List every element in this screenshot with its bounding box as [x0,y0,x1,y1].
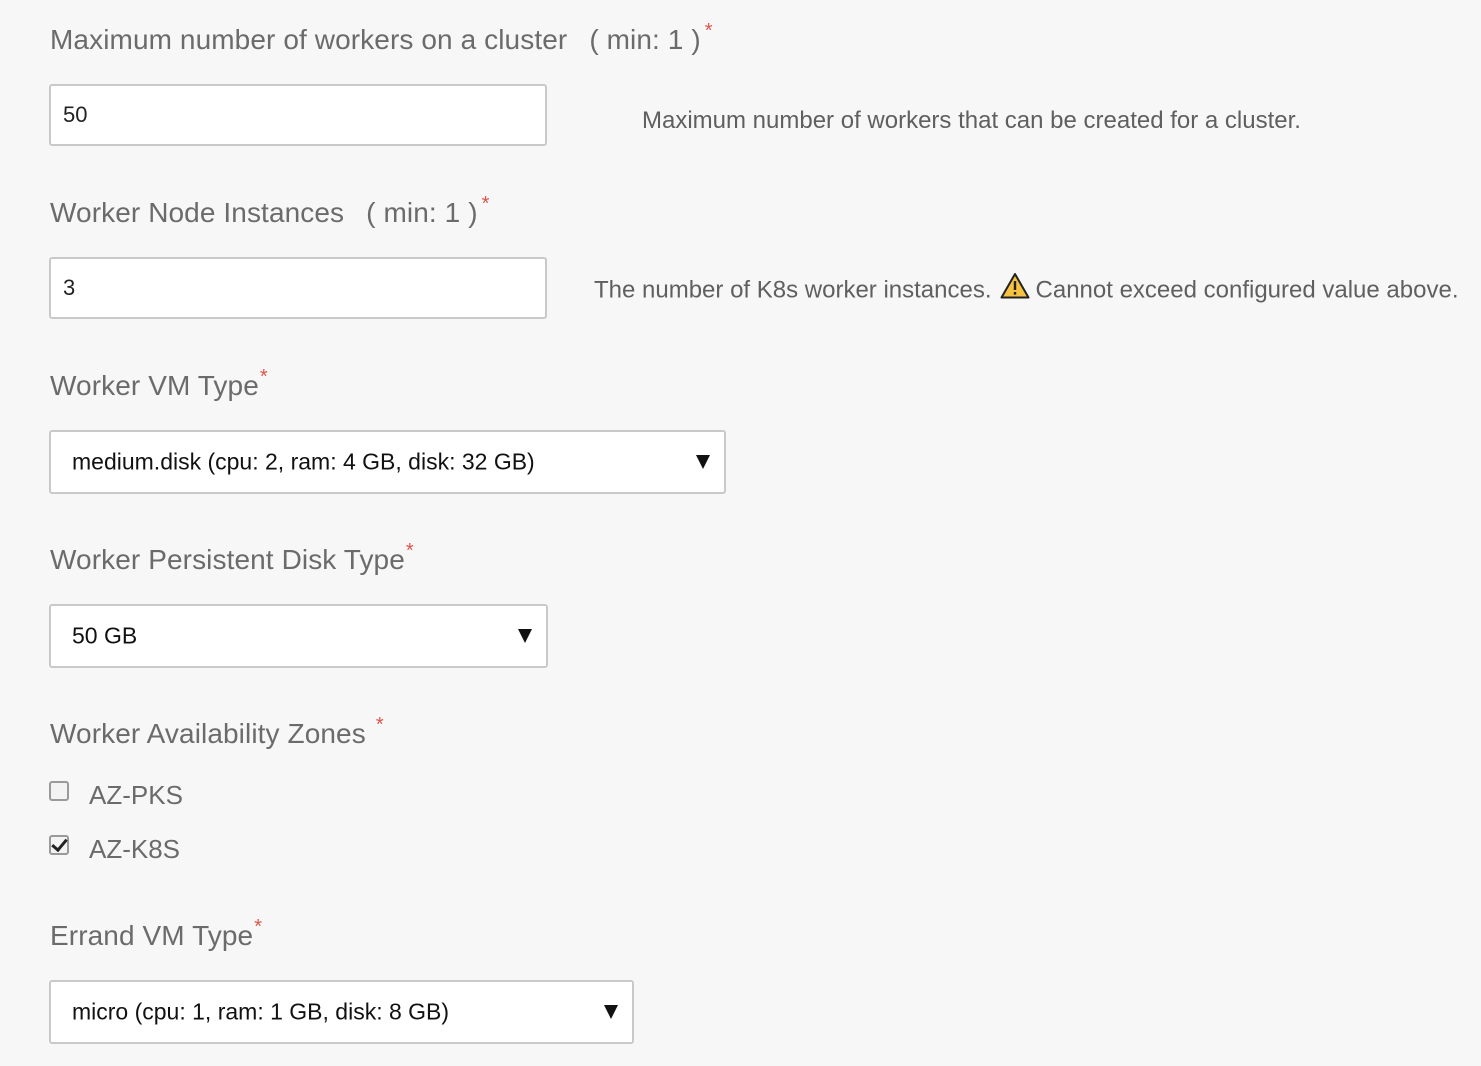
errand-vm-type-select[interactable]: micro (cpu: 1, ram: 1 GB, disk: 8 GB) [49,980,634,1044]
required-asterisk: * [259,366,268,388]
required-asterisk: * [405,540,414,562]
worker-instances-label: Worker Node Instances ( min: 1 ) * [50,193,490,229]
az-pks-label: AZ-PKS [89,779,183,810]
worker-instances-hint: The number of K8s worker instances. Canno… [594,272,1459,308]
worker-instances-input[interactable] [49,257,547,319]
worker-disk-type-label: Worker Persistent Disk Type* [50,540,414,576]
worker-vm-type-value: medium.disk (cpu: 2, ram: 4 GB, disk: 32… [72,448,535,475]
required-asterisk: * [375,714,384,736]
warning-icon [1000,272,1030,306]
worker-disk-type-select[interactable]: 50 GB [49,604,548,668]
az-k8s-label: AZ-K8S [89,833,181,864]
max-workers-input[interactable] [49,84,547,146]
worker-disk-type-value: 50 GB [72,622,138,649]
max-workers-hint: Maximum number of workers that can be cr… [642,107,1301,134]
errand-vm-type-label-text: Errand VM Type [50,920,254,951]
az-k8s-checkbox[interactable] [49,835,69,855]
required-asterisk: * [254,916,263,938]
caret-down-icon [518,629,532,643]
worker-vm-type-label-text: Worker VM Type [50,370,259,401]
required-asterisk: * [481,193,490,215]
errand-vm-type-label: Errand VM Type* [50,916,262,952]
worker-instances-constraint: ( min: 1 ) [366,197,478,228]
max-workers-constraint: ( min: 1 ) [589,24,701,55]
max-workers-label: Maximum number of workers on a cluster ( … [50,20,713,56]
caret-down-icon [604,1005,618,1019]
worker-instances-hint-text: The number of K8s worker instances. [594,276,992,304]
az-option-az-pks[interactable]: AZ-PKS [49,776,183,810]
worker-vm-type-select[interactable]: medium.disk (cpu: 2, ram: 4 GB, disk: 32… [49,430,726,494]
worker-vm-type-label: Worker VM Type* [50,366,268,402]
caret-down-icon [696,455,710,469]
max-workers-label-text: Maximum number of workers on a cluster [50,24,568,55]
az-option-az-k8s[interactable]: AZ-K8S [49,830,180,864]
worker-azs-label-text: Worker Availability Zones [50,718,366,749]
worker-instances-warning-text: Cannot exceed configured value above. [1035,276,1459,304]
worker-azs-label: Worker Availability Zones * [50,714,384,750]
worker-disk-type-label-text: Worker Persistent Disk Type [50,544,405,575]
worker-instances-label-text: Worker Node Instances [50,197,345,228]
errand-vm-type-value: micro (cpu: 1, ram: 1 GB, disk: 8 GB) [72,998,450,1025]
az-pks-checkbox[interactable] [49,781,69,801]
required-asterisk: * [704,20,713,42]
